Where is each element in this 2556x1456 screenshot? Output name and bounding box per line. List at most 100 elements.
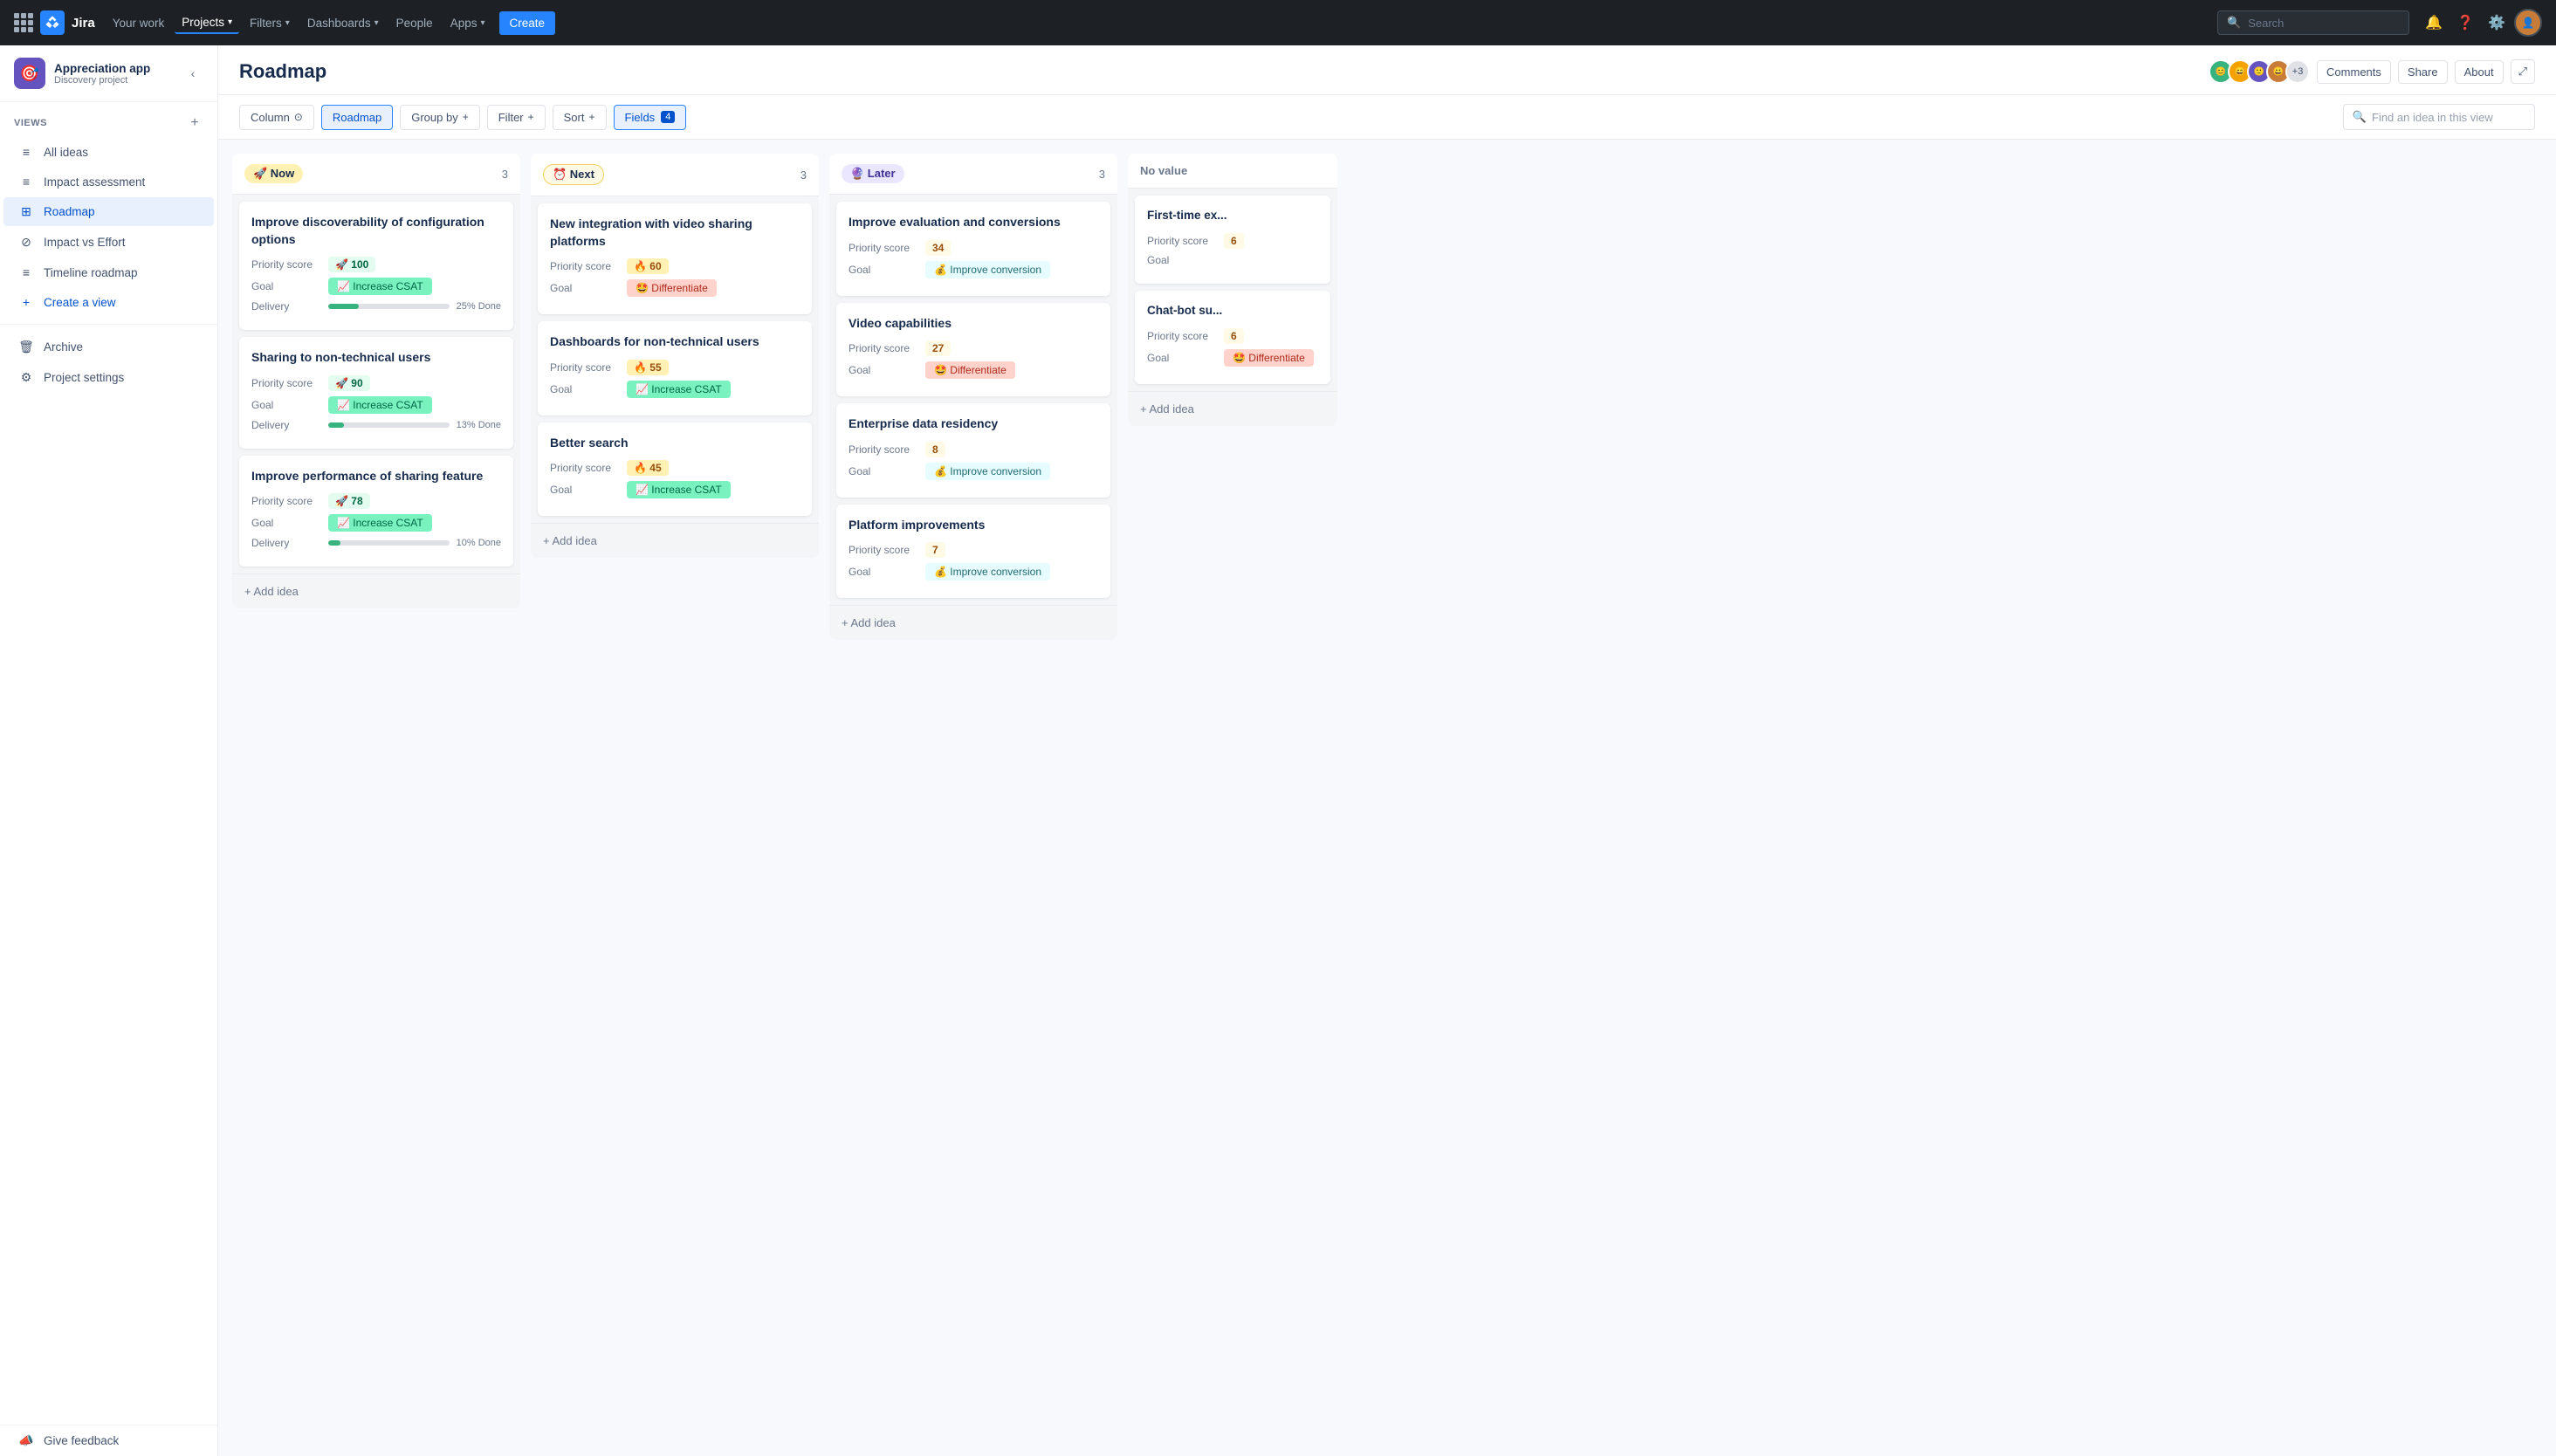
app-switcher-icon[interactable] (14, 13, 33, 32)
filter-button[interactable]: Filter + (487, 105, 546, 130)
idea-search[interactable]: 🔍 (2343, 104, 2535, 130)
card-title: Improve performance of sharing feature (251, 468, 501, 485)
group-by-button[interactable]: Group by + (400, 105, 480, 130)
sort-button[interactable]: Sort + (553, 105, 607, 130)
sidebar-item-timeline-roadmap[interactable]: ≡ Timeline roadmap (3, 258, 214, 286)
priority-score: 27 (925, 340, 951, 356)
your-work-nav[interactable]: Your work (106, 13, 172, 33)
fields-label: Fields (625, 111, 656, 124)
global-search[interactable]: 🔍 (2217, 10, 2409, 35)
timeline-roadmap-label: Timeline roadmap (44, 266, 138, 279)
about-button[interactable]: About (2455, 60, 2504, 84)
priority-row: Priority score 27 (849, 340, 1098, 356)
kanban-board: 🚀 Now 3 Improve discoverability of confi… (218, 140, 2556, 1456)
sidebar-item-impact-assessment[interactable]: ≡ Impact assessment (3, 168, 214, 196)
add-idea-button[interactable]: + Add idea (531, 523, 819, 558)
sidebar-item-impact-vs-effort[interactable]: ⊘ Impact vs Effort (3, 228, 214, 257)
priority-score: 8 (925, 442, 945, 457)
expand-button[interactable]: ⤢ (2511, 59, 2535, 84)
projects-nav[interactable]: Projects ▾ (175, 12, 239, 34)
card-item[interactable]: Sharing to non-technical users Priority … (239, 337, 513, 449)
card-item[interactable]: First-time ex... Priority score 6 Goal (1135, 196, 1330, 284)
filter-label: Filter (498, 111, 524, 124)
priority-label: Priority score (251, 377, 321, 389)
sidebar-item-all-ideas[interactable]: ≡ All ideas (3, 138, 214, 166)
project-icon: 🎯 (14, 58, 45, 89)
main-layout: 🎯 Appreciation app Discovery project ‹ V… (0, 45, 2556, 1456)
add-idea-button[interactable]: + Add idea (829, 605, 1117, 640)
card-item[interactable]: Improve discoverability of configuration… (239, 202, 513, 330)
delivery-row: Delivery 10% Done (251, 537, 501, 549)
people-nav[interactable]: People (389, 13, 440, 33)
card-item[interactable]: Dashboards for non-technical users Prior… (538, 321, 812, 416)
sidebar-item-give-feedback[interactable]: 📣 Give feedback (3, 1426, 214, 1455)
priority-score: 🚀 78 (328, 493, 370, 509)
page-header: Roadmap 😊 😄 🙂 😀 +3 Comments Share About … (218, 45, 2556, 95)
sidebar-item-create-view[interactable]: + Create a view (3, 288, 214, 316)
goal-label: Goal (251, 399, 321, 411)
share-button[interactable]: Share (2398, 60, 2448, 84)
column-button[interactable]: Column ⊙ (239, 105, 314, 130)
card-item[interactable]: New integration with video sharing platf… (538, 203, 812, 314)
main-content: Roadmap 😊 😄 🙂 😀 +3 Comments Share About … (218, 45, 2556, 1456)
apps-nav[interactable]: Apps ▾ (443, 13, 492, 33)
card-item[interactable]: Enterprise data residency Priority score… (836, 403, 1110, 498)
goal-badge: 📈 Increase CSAT (328, 278, 432, 295)
delivery-label: Delivery (251, 537, 321, 549)
idea-search-input[interactable] (2372, 111, 2525, 124)
priority-row: Priority score 8 (849, 442, 1098, 457)
add-view-button[interactable]: + (186, 114, 203, 132)
page-title: Roadmap (239, 60, 326, 83)
sidebar-item-archive[interactable]: 🗑 Archive (3, 333, 214, 361)
card-item[interactable]: Video capabilities Priority score 27 Goa… (836, 303, 1110, 397)
card-item[interactable]: Better search Priority score 🔥 45 Goal 📈… (538, 422, 812, 517)
priority-score: 🔥 45 (627, 460, 669, 476)
search-input[interactable] (2248, 17, 2400, 30)
goal-label: Goal (849, 264, 918, 276)
cards-list: New integration with video sharing platf… (531, 196, 819, 523)
help-icon[interactable]: ❓ (2451, 9, 2479, 37)
priority-label: Priority score (550, 361, 620, 374)
user-avatar[interactable]: 👤 (2514, 9, 2542, 37)
goal-badge: 📈 Increase CSAT (328, 396, 432, 414)
roadmap-btn-label: Roadmap (333, 111, 381, 124)
priority-row: Priority score 🚀 78 (251, 493, 501, 509)
create-view-label: Create a view (44, 296, 116, 309)
card-item[interactable]: Improve evaluation and conversions Prior… (836, 202, 1110, 296)
goal-label: Goal (1147, 254, 1217, 266)
card-item[interactable]: Platform improvements Priority score 7 G… (836, 505, 1110, 599)
priority-row: Priority score 🔥 45 (550, 460, 800, 476)
progress-text: 25% Done (457, 301, 501, 312)
add-idea-button[interactable]: + Add idea (232, 573, 520, 608)
priority-label: Priority score (550, 260, 620, 272)
column-label: 🔮 Later (842, 164, 1092, 183)
sidebar: 🎯 Appreciation app Discovery project ‹ V… (0, 45, 218, 1456)
goal-badge: 💰 Improve conversion (925, 261, 1050, 278)
sidebar-item-project-settings[interactable]: ⚙ Project settings (3, 363, 214, 392)
sidebar-item-roadmap[interactable]: ⊞ Roadmap (3, 197, 214, 226)
progress-bar (328, 422, 344, 428)
sidebar-bottom: 📣 Give feedback (0, 1425, 217, 1456)
jira-logo[interactable]: Jira (40, 10, 95, 35)
goal-row: Goal 💰 Improve conversion (849, 261, 1098, 278)
notifications-icon[interactable]: 🔔 (2420, 9, 2448, 37)
priority-label: Priority score (1147, 235, 1217, 247)
settings-icon[interactable]: ⚙️ (2483, 9, 2511, 37)
filters-nav[interactable]: Filters ▾ (243, 13, 297, 33)
cards-list: First-time ex... Priority score 6 Goal C… (1128, 189, 1337, 391)
add-idea-button[interactable]: + Add idea (1128, 391, 1337, 426)
priority-row: Priority score 7 (849, 542, 1098, 558)
comments-button[interactable]: Comments (2317, 60, 2391, 84)
card-item[interactable]: Chat-bot su... Priority score 6 Goal 🤩 D… (1135, 291, 1330, 384)
column-header: No value (1128, 154, 1337, 189)
header-actions: 😊 😄 🙂 😀 +3 Comments Share About ⤢ (2209, 59, 2535, 84)
goal-row: Goal 🤩 Differentiate (849, 361, 1098, 379)
fields-button[interactable]: Fields 4 (614, 105, 687, 130)
create-button[interactable]: Create (499, 11, 556, 35)
priority-label: Priority score (550, 462, 620, 474)
sidebar-collapse-button[interactable]: ‹ (182, 63, 203, 84)
priority-row: Priority score 🚀 90 (251, 375, 501, 391)
card-item[interactable]: Improve performance of sharing feature P… (239, 456, 513, 567)
roadmap-button[interactable]: Roadmap (321, 105, 393, 130)
dashboards-nav[interactable]: Dashboards ▾ (300, 13, 386, 33)
